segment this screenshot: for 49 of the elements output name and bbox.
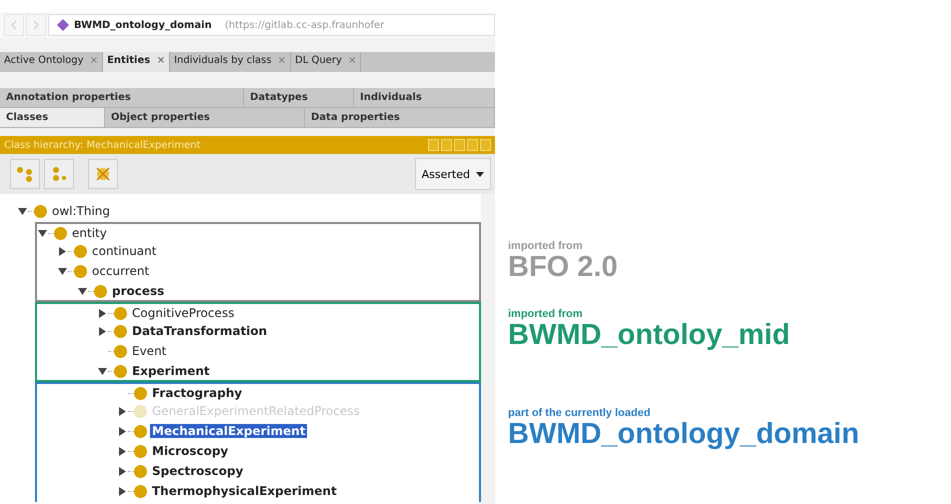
delete-class-button[interactable] [88,159,118,189]
ontology-address-field[interactable]: BWMD_ontology_domain (https://gitlab.cc-asp.fraunhofer [48,14,495,36]
expanded-icon[interactable] [18,206,27,216]
nodes-icon [16,166,34,182]
annotation-caption: imported from [508,308,584,320]
class-item[interactable]: Experiment [130,364,212,378]
collapsed-icon[interactable] [98,326,107,336]
expanded-icon[interactable] [58,266,67,276]
class-item[interactable]: process [110,284,166,298]
class-item[interactable]: CognitiveProcess [130,306,236,320]
expanded-icon[interactable] [78,286,87,296]
class-item[interactable]: DataTransformation [130,324,270,338]
collapsed-icon[interactable] [118,426,127,436]
annotation-title: BWMD_ontoloy_mid [508,320,791,351]
annotation-title: BFO 2.0 [508,252,619,282]
class-item[interactable]: occurrent [90,264,152,278]
class-item[interactable]: Spectroscopy [150,464,246,478]
annotation-caption: imported from [508,240,584,252]
expanded-icon[interactable] [38,228,47,238]
annotation-title: BWMD_ontology_domain [508,418,860,450]
entity-tab[interactable]: Data properties [305,108,495,128]
class-item[interactable]: MechanicalExperiment [150,424,308,438]
view-dropdown[interactable]: Asserted [414,158,491,190]
tab[interactable]: Active Ontology × [0,52,104,72]
caret-icon [476,172,484,176]
class-item[interactable]: Event [130,344,168,358]
collapsed-icon[interactable] [118,446,127,456]
collapsed-icon[interactable] [118,466,127,476]
tab[interactable]: Entities × [103,52,170,72]
tab[interactable]: DL Query × [291,52,362,72]
expanded-icon[interactable] [98,366,107,376]
class-item[interactable]: entity [70,226,109,240]
collapsed-icon[interactable] [118,406,127,416]
nodes-icon [50,166,68,182]
annotation-caption: part of the currently loaded [508,406,652,419]
class-item[interactable]: Fractography [150,386,244,400]
panel-title: Class hierarchy: MechanicalExperiment [4,140,201,150]
crossed-node-icon [95,166,111,182]
class-item[interactable]: continuant [90,244,158,258]
class-item[interactable]: Microscopy [150,444,230,458]
class-item[interactable]: ThermophysicalExperiment [150,484,339,498]
tab[interactable]: Individuals by class × [170,52,292,72]
collapsed-icon[interactable] [98,308,107,318]
class-item[interactable]: owl:Thing [50,204,112,218]
entity-tab[interactable]: Classes [0,108,105,128]
entity-tab[interactable]: Object properties [105,108,305,128]
diamond-icon [57,19,69,31]
collapsed-icon[interactable] [118,486,127,496]
collapsed-icon[interactable] [58,246,67,256]
